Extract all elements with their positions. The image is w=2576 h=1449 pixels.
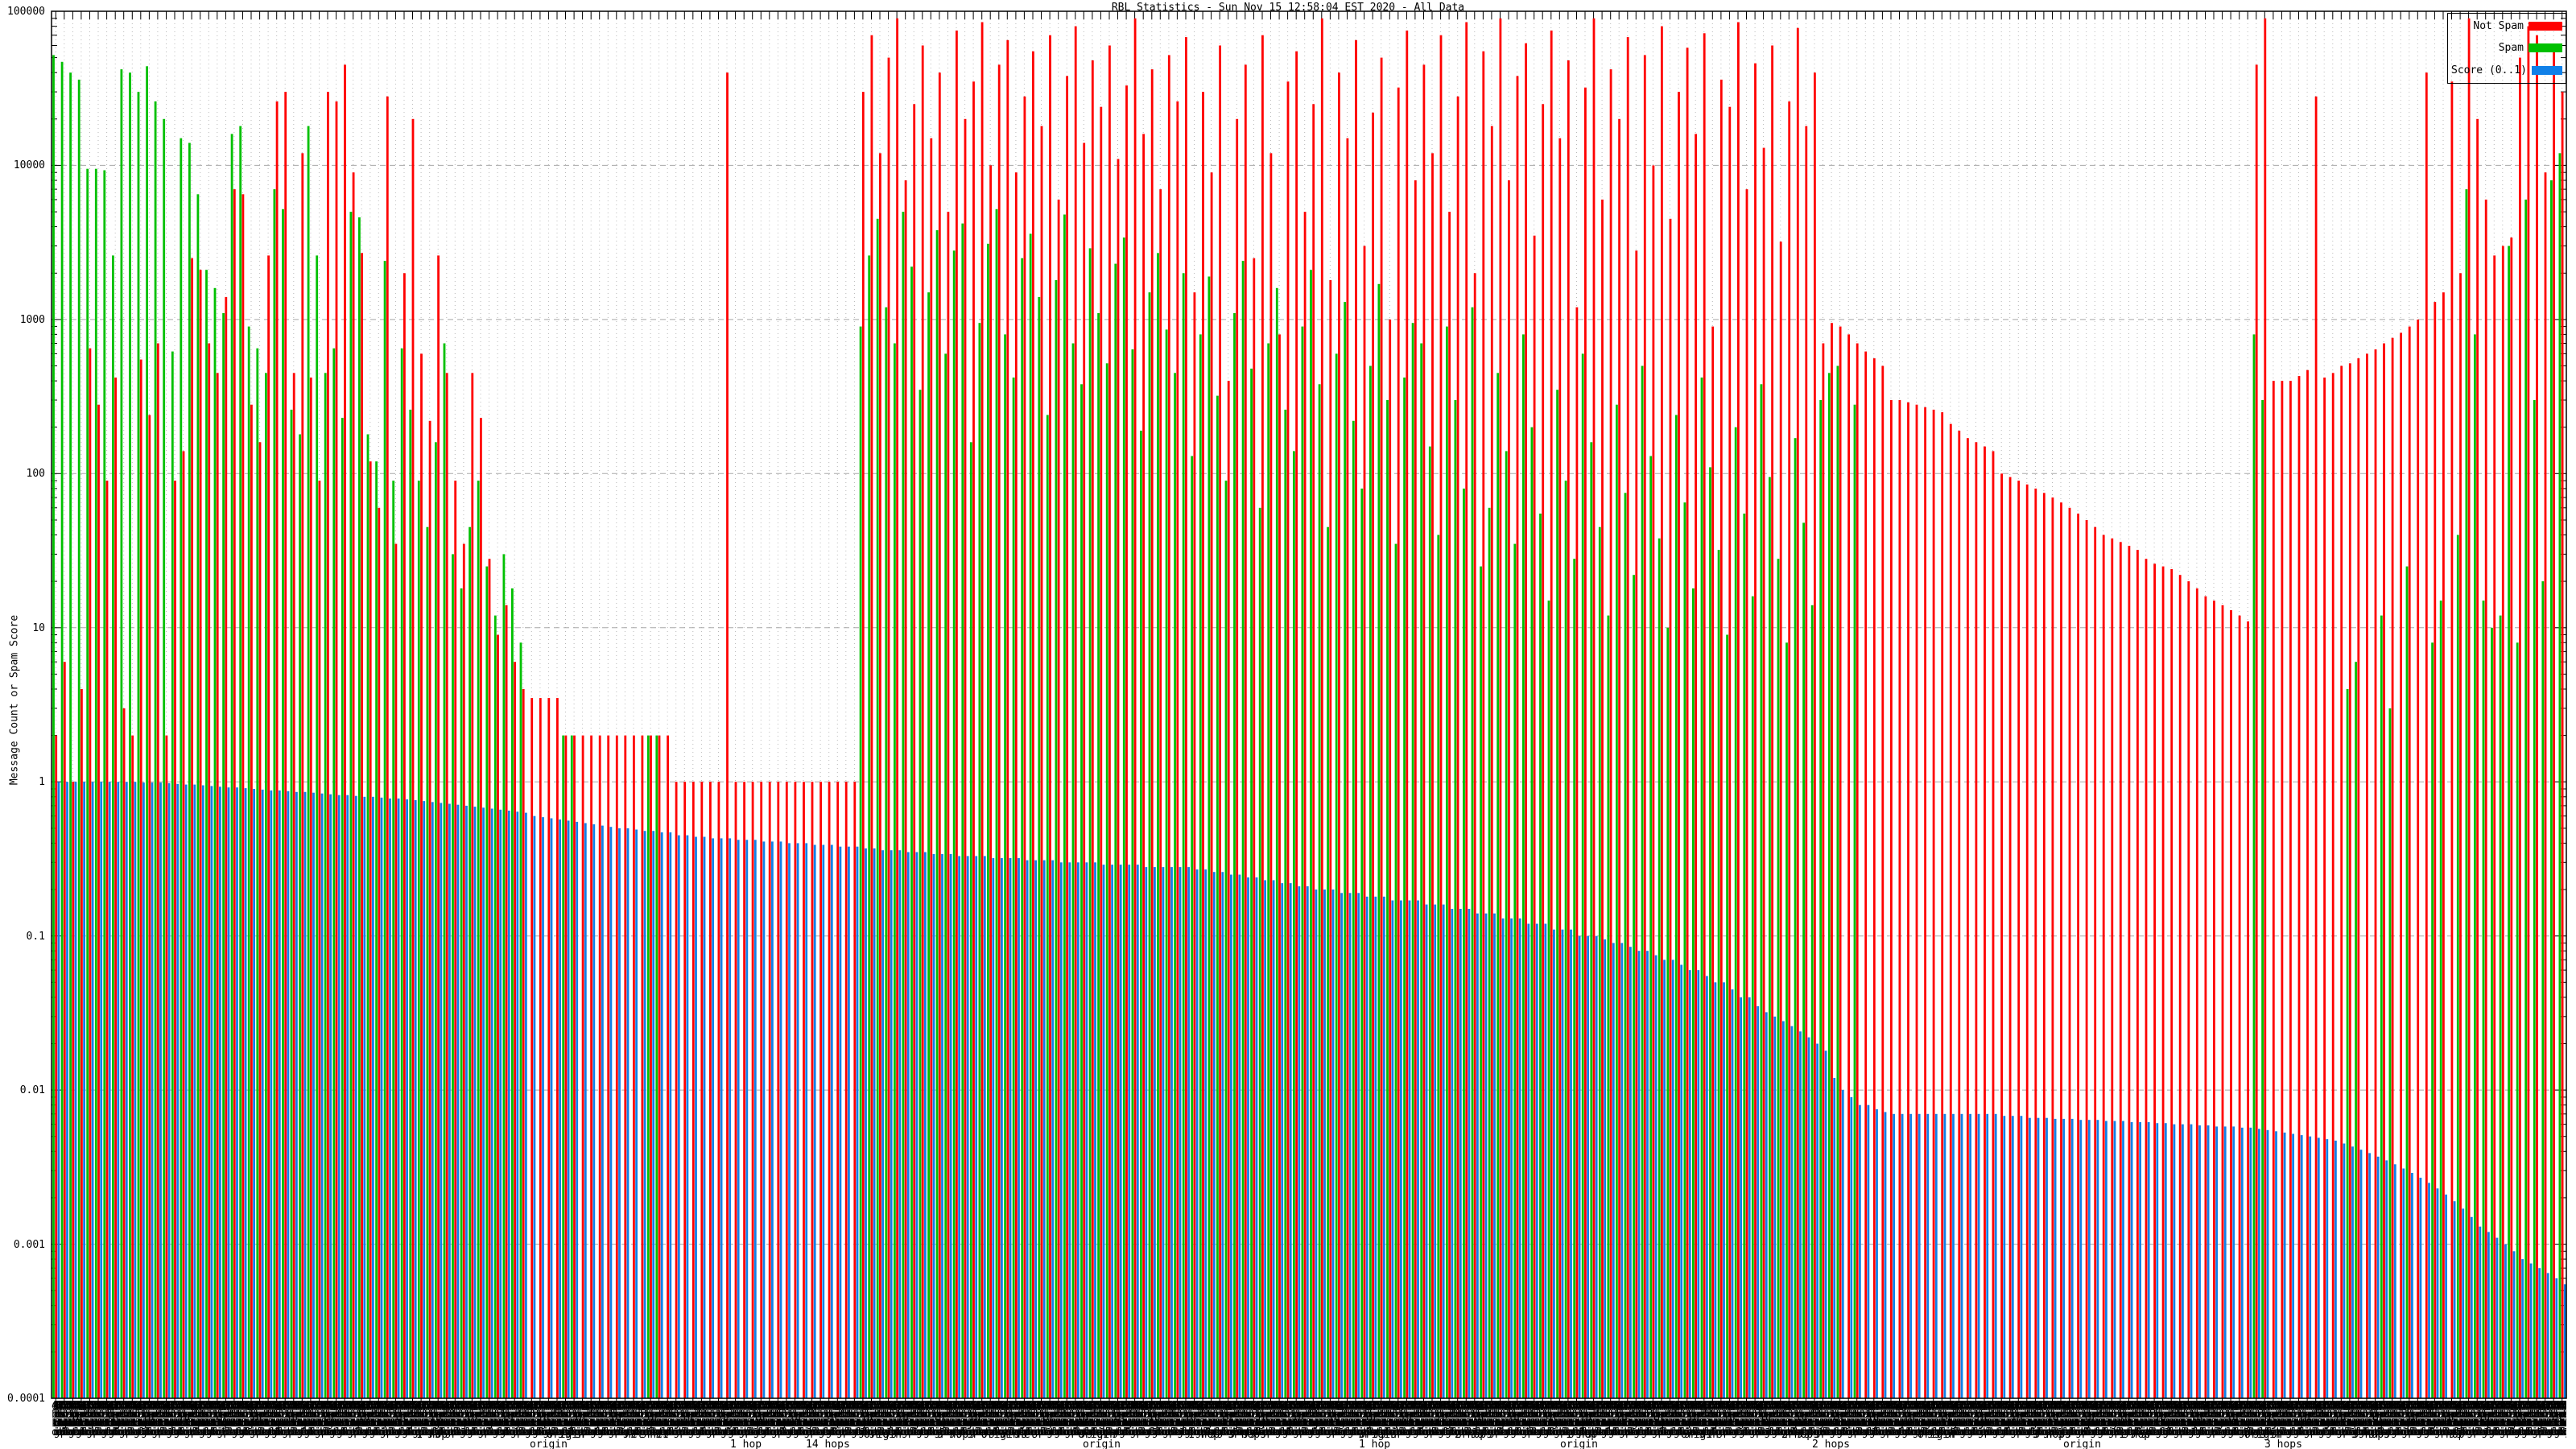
x-axis-label-fragment: origin [1681,1429,1719,1441]
bars-not-spam [55,18,2564,1399]
y-tick-label: 0.1 [26,931,45,943]
y-tick-label: 100000 [7,6,45,18]
x-axis-label-fragment: net [1018,1429,1037,1441]
x-axis-label-fragment: 3 hops [2352,1429,2390,1441]
x-axis-label-fragment: 3 hops [1228,1429,1266,1441]
x-axis-label-fragment: 5 hops origin [937,1429,1019,1441]
x-axis-label-fragment: origin [2063,1439,2101,1449]
x-axis-label-fragment: 2 hops [1455,1429,1492,1441]
legend: Not Spam Spam Score (0..1) [2447,13,2566,84]
x-axis-label-fragment: 1 hop [1359,1439,1391,1449]
x-axis-label-fragment: origin [1560,1439,1598,1449]
y-tick-label: 1000 [19,314,45,326]
legend-label-score: Score (0..1) [2451,64,2527,76]
x-axis-label-fragment: hop [2446,1429,2465,1441]
y-tick-label: 0.01 [19,1084,45,1096]
legend-item-score: Score (0..1) [2451,64,2562,76]
x-axis-label-fragment: 14 hops [806,1439,850,1449]
plot-area [51,10,2567,1403]
legend-item-not-spam: Not Spam [2451,20,2562,32]
rbl-statistics-chart: RBL Statistics - Sun Nov 15 12:58:04 EST… [0,0,2576,1449]
x-axis-label-fragment: origin [530,1439,568,1449]
y-tick-label: 1 [39,776,45,788]
spam-swatch-icon [2529,43,2562,53]
not-spam-swatch-icon [2529,22,2562,31]
y-tick-label: 0.0001 [7,1393,45,1405]
x-axis-label-fragment: 1 hop [2119,1429,2151,1441]
x-axis-label-fragment: 1 hop [730,1439,762,1449]
x-axis-label-fragment: origin [1083,1439,1121,1449]
x-axis-label-fragment: 1 hop [416,1429,448,1441]
y-tick-label: 10000 [13,159,45,171]
x-axis-label-fragment: origin [1918,1429,1955,1441]
y-tick-label: 0.001 [13,1239,45,1251]
legend-label-spam: Spam [2498,42,2524,55]
x-axis-label-fragment: 2 hops [1812,1439,1850,1449]
x-axis-label-fragment: 1 hop [1188,1429,1220,1441]
x-axis-label-fragment: 3 hops [2264,1439,2302,1449]
legend-label-not-spam: Not Spam [2473,20,2524,33]
x-axis-label-fragment: origin [864,1429,902,1441]
legend-item-spam: Spam [2451,42,2562,54]
y-tick-label: 10 [32,622,45,634]
chart-title: RBL Statistics - Sun Nov 15 12:58:04 EST… [1111,2,1465,14]
score-swatch-icon [2531,65,2562,75]
y-tick-label: 100 [26,468,45,480]
x-axis-label-fragment: net net [625,1429,669,1441]
